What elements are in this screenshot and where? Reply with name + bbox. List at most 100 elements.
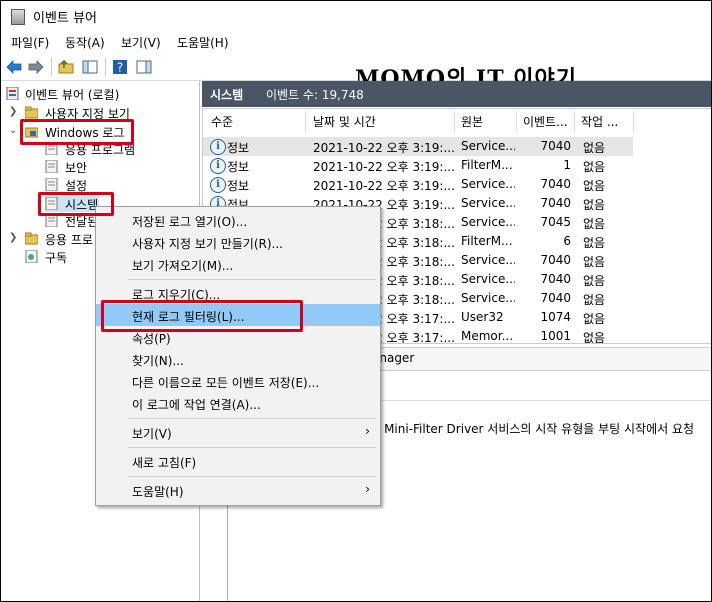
info-icon: i [210, 139, 226, 155]
tree-item-security-label: 보안 [65, 161, 88, 175]
detail-message-text: s Mini-Filter Driver 서비스의 시작 유형을 부팅 시작에서… [374, 422, 695, 436]
info-icon: i [210, 177, 226, 193]
cell-level: 정보 [227, 141, 250, 155]
menu-item-label: 보기(V) [132, 427, 172, 441]
cell-event-id: 1 [563, 158, 571, 172]
table-row[interactable]: i 정보 2021-10-22 오후 3:19:... FilterM... 1… [203, 156, 633, 175]
event-viewer-window: 이벤트 뷰어 파일(F) 동작(A) 보기(V) 도움말(H) ? MOMO의 … [0, 0, 712, 602]
back-arrow-icon[interactable] [5, 58, 23, 76]
action-pane-icon[interactable] [135, 58, 153, 76]
cell-datetime: 2021-10-22 오후 3:19:... [313, 179, 455, 193]
menu-item-save-all-events-as[interactable]: 다른 이름으로 모든 이벤트 저장(E)... [96, 371, 380, 391]
chevron-right-icon[interactable]: ❯ [9, 106, 17, 117]
log-panel-header: 시스템 이벤트 수: 19,748 [202, 81, 711, 107]
menu-item-label: 저장된 로그 열기(O)... [132, 215, 248, 229]
chevron-down-icon[interactable]: ⌄ [9, 125, 17, 136]
cell-datetime: 2021-10-22 오후 3:19:... [313, 160, 455, 174]
menu-item-open-saved-log[interactable]: 저장된 로그 열기(O)... [96, 210, 380, 230]
submenu-arrow-icon: › [365, 482, 370, 496]
menu-file[interactable]: 파일(F) [11, 34, 49, 51]
folder-icon [25, 232, 38, 245]
menu-item-label: 찾기(N)... [132, 354, 184, 368]
cell-event-id: 7040 [540, 253, 571, 267]
event-count: 이벤트 수: 19,748 [266, 88, 364, 102]
cell-source: User32 [461, 310, 504, 324]
annotation-box-windows-logs [20, 119, 134, 145]
log-title: 시스템 [210, 88, 244, 102]
cell-event-id: 7040 [540, 139, 571, 153]
cell-datetime: 2021-10-22 오후 3:19:... [313, 141, 455, 155]
show-hide-tree-icon[interactable] [81, 58, 99, 76]
cell-event-id: 1001 [540, 329, 571, 343]
cell-task: 없음 [583, 217, 606, 231]
column-header-task[interactable]: 작업 ... [581, 113, 618, 130]
cell-source: Service... [461, 291, 515, 305]
menu-item-label: 다른 이름으로 모든 이벤트 저장(E)... [132, 376, 320, 390]
menu-item-refresh[interactable]: 새로 고침(F) [96, 451, 380, 471]
chevron-right-icon[interactable]: ❯ [9, 232, 17, 243]
menu-item-label: 새로 고침(F) [132, 456, 197, 470]
event-viewer-app-icon [11, 9, 25, 25]
svg-text:?: ? [117, 61, 123, 75]
cell-source: Service... [461, 139, 515, 153]
annotation-box-filter-current-log [101, 300, 303, 332]
up-folder-icon[interactable] [57, 58, 75, 76]
tree-item-apps-services-label: 응용 프로 [45, 233, 93, 247]
menu-item-help[interactable]: 도움말(H) › [96, 480, 380, 500]
menu-view[interactable]: 보기(V) [121, 34, 161, 51]
menu-item-create-custom-view[interactable]: 사용자 지정 보기 만들기(R)... [96, 232, 380, 252]
cell-level: 정보 [227, 160, 250, 174]
context-menu: 저장된 로그 열기(O)... 사용자 지정 보기 만들기(R)... 보기 가… [95, 206, 381, 506]
column-header-source[interactable]: 원본 [461, 113, 483, 130]
menu-help[interactable]: 도움말(H) [177, 34, 229, 51]
cell-task: 없음 [583, 160, 606, 174]
cell-event-id: 7040 [540, 291, 571, 305]
folder-icon [25, 106, 38, 119]
cell-source: Service... [461, 196, 515, 210]
title-bar: 이벤트 뷰어 [1, 1, 711, 31]
cell-source: Memor... [461, 329, 514, 343]
cell-task: 없음 [583, 312, 606, 326]
cell-task: 없음 [583, 198, 606, 212]
menu-item-view[interactable]: 보기(V) › [96, 422, 380, 442]
menu-item-attach-task[interactable]: 이 로그에 작업 연결(A)... [96, 393, 380, 413]
menu-item-label: 사용자 지정 보기 만들기(R)... [132, 237, 283, 251]
cell-event-id: 7040 [540, 177, 571, 191]
cell-source: FilterM... [461, 234, 513, 248]
help-icon[interactable]: ? [111, 58, 129, 76]
column-header-event-id[interactable]: 이벤트... [523, 113, 568, 130]
annotation-box-system [38, 192, 114, 216]
log-icon [45, 178, 58, 191]
cell-task: 없음 [583, 255, 606, 269]
cell-task: 없음 [583, 141, 606, 155]
cell-task: 없음 [583, 179, 606, 193]
menu-action[interactable]: 동작(A) [65, 34, 105, 51]
cell-source: Service... [461, 177, 515, 191]
log-icon [45, 160, 58, 173]
table-row[interactable]: i 정보 2021-10-22 오후 3:19:... Service... 7… [203, 137, 633, 156]
table-row[interactable]: i 정보 2021-10-22 오후 3:19:... Service... 7… [203, 175, 633, 194]
forward-arrow-icon[interactable] [27, 58, 45, 76]
cell-task: 없음 [583, 274, 606, 288]
menu-bar: 파일(F) 동작(A) 보기(V) 도움말(H) [1, 31, 711, 53]
cell-task: 없음 [583, 293, 606, 307]
menu-item-find[interactable]: 찾기(N)... [96, 349, 380, 369]
cell-event-id: 6 [563, 234, 571, 248]
info-icon: i [210, 158, 226, 174]
menu-item-label: 속성(P) [132, 332, 171, 346]
column-header-datetime[interactable]: 날짜 및 시간 [313, 113, 376, 130]
cell-level: 정보 [227, 179, 250, 193]
cell-source: Service... [461, 272, 515, 286]
cell-event-id: 7040 [540, 196, 571, 210]
menu-item-label: 도움말(H) [132, 485, 184, 499]
column-header-level[interactable]: 수준 [211, 113, 233, 130]
window-title: 이벤트 뷰어 [33, 11, 97, 26]
event-viewer-icon [6, 87, 19, 100]
tree-item-subscriptions-label: 구독 [45, 251, 68, 265]
menu-item-import-view[interactable]: 보기 가져오기(M)... [96, 254, 380, 274]
menu-item-label: 이 로그에 작업 연결(A)... [132, 398, 261, 412]
subscription-icon [25, 250, 38, 263]
submenu-arrow-icon: › [365, 424, 370, 438]
cell-task: 없음 [583, 236, 606, 250]
tree-root-label: 이벤트 뷰어 (로컬) [25, 88, 120, 102]
